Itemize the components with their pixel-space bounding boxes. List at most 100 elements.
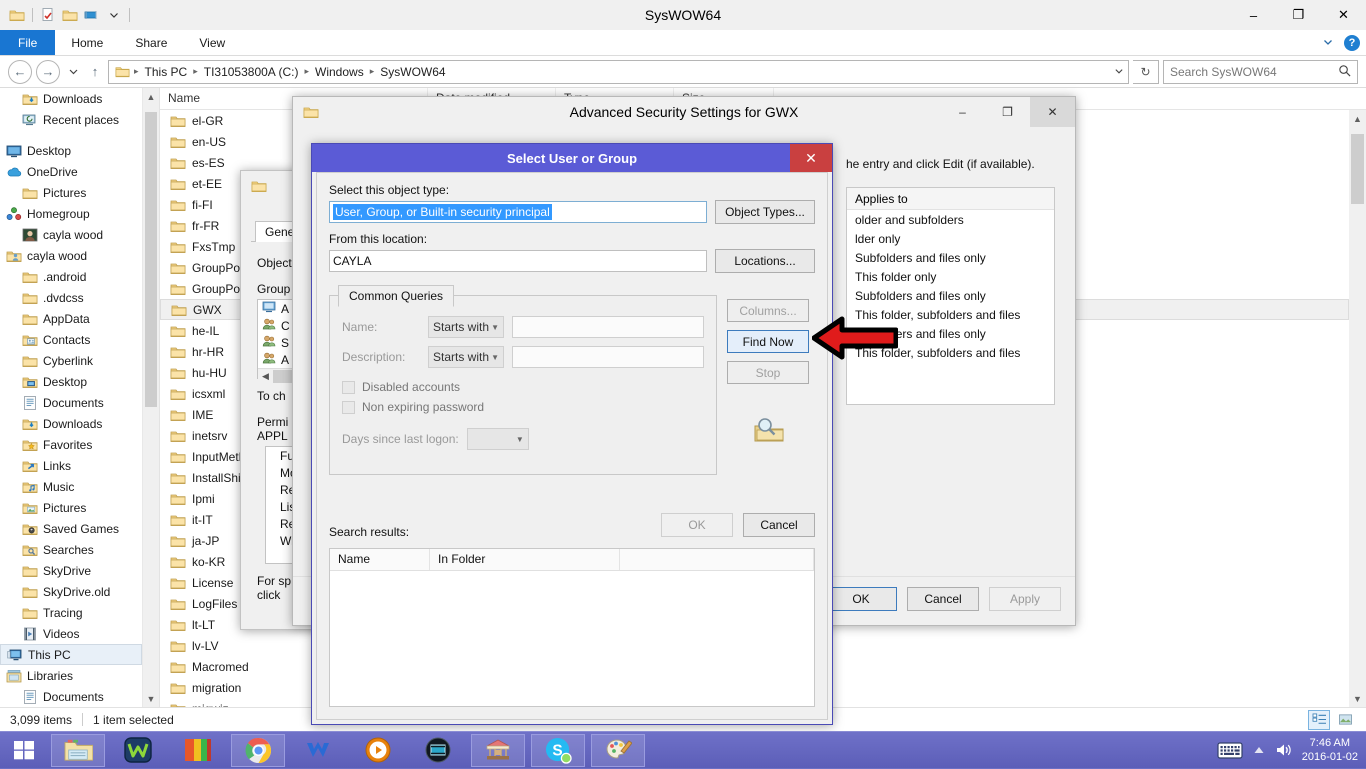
ribbon-expand-icon[interactable] (1322, 36, 1334, 51)
sidebar-item-saved-games[interactable]: Saved Games (0, 518, 142, 539)
tab-view[interactable]: View (183, 30, 241, 55)
sidebar-item-cayla-wood[interactable]: cayla wood (0, 224, 142, 245)
recent-locations-icon[interactable] (64, 59, 82, 84)
sidebar-item-android[interactable]: .android (0, 266, 142, 287)
taskbar-item-media-player[interactable] (348, 732, 408, 769)
non-expiring-password-row[interactable]: Non expiring password (342, 400, 704, 414)
minimize-button[interactable]: – (1231, 0, 1276, 30)
advanced-minimize-button[interactable]: – (940, 97, 985, 127)
description-operator-select[interactable]: Starts with ▼ (428, 346, 504, 368)
advanced-cancel-button[interactable]: Cancel (907, 587, 979, 611)
sidebar-item-this-pc[interactable]: This PC (0, 644, 142, 665)
sidebar-item-cyberlink[interactable]: Cyberlink (0, 350, 142, 371)
applies-to-row[interactable]: This folder only (847, 267, 1054, 286)
search-input[interactable]: Search SysWOW64 (1163, 59, 1358, 84)
non-expiring-password-checkbox[interactable] (342, 400, 355, 414)
scroll-up-icon[interactable]: ▲ (143, 88, 159, 105)
breadcrumb-dropdown-icon[interactable] (1114, 66, 1124, 78)
sidebar-item-desktop[interactable]: Desktop (0, 371, 142, 392)
back-button[interactable]: ← (8, 59, 32, 84)
grid-header-applies-to[interactable]: Applies to (847, 188, 1054, 210)
taskbar-item-paint[interactable] (588, 732, 648, 769)
location-input[interactable]: CAYLA (329, 250, 707, 272)
stop-button[interactable]: Stop (727, 361, 809, 384)
sidebar-item-pictures[interactable]: Pictures (0, 182, 142, 203)
select-dialog-close-button[interactable]: ✕ (790, 144, 832, 172)
sidebar-item-homegroup[interactable]: Homegroup (0, 203, 142, 224)
sidebar-item-cayla-wood[interactable]: cayla wood (0, 245, 142, 266)
sidebar-item-downloads[interactable]: Downloads (0, 413, 142, 434)
name-operator-select[interactable]: Starts with ▼ (428, 316, 504, 338)
sidebar-item-libraries[interactable]: Libraries (0, 665, 142, 686)
file-scroll-down-icon[interactable]: ▼ (1349, 690, 1366, 707)
taskbar-item-file-explorer[interactable] (48, 732, 108, 769)
advanced-ok-button[interactable]: OK (825, 587, 897, 611)
applies-to-row[interactable]: Subfolders and files only (847, 248, 1054, 267)
sidebar-item-downloads[interactable]: Downloads (0, 88, 142, 109)
taskbar-item-skype[interactable]: S (528, 732, 588, 769)
find-now-button[interactable]: Find Now (727, 330, 809, 353)
up-button[interactable]: ↑ (86, 59, 104, 84)
breadcrumb-item-2[interactable]: Windows (311, 64, 368, 80)
chevron-down-icon[interactable] (103, 4, 125, 26)
close-button[interactable]: ✕ (1321, 0, 1366, 30)
navigation-scrollbar[interactable]: ▲ ▼ (142, 88, 159, 707)
sidebar-item-pictures[interactable]: Pictures (0, 497, 142, 518)
advanced-maximize-button[interactable]: ❐ (985, 97, 1030, 127)
sidebar-item-favorites[interactable]: Favorites (0, 434, 142, 455)
clock[interactable]: 7:46 AM 2016-01-02 (1302, 736, 1358, 764)
taskbar-item-maxthon[interactable] (288, 732, 348, 769)
permission-entries-grid[interactable]: Applies to older and subfolders lder only… (846, 187, 1055, 405)
sidebar-item-dvdcss[interactable]: .dvdcss (0, 287, 142, 308)
sidebar-item-music[interactable]: Music (0, 476, 142, 497)
large-icons-view-icon[interactable] (1334, 710, 1356, 730)
scroll-down-icon[interactable]: ▼ (143, 690, 159, 707)
applies-to-row[interactable]: lder only (847, 229, 1054, 248)
properties-icon[interactable] (37, 4, 59, 26)
sidebar-item-appdata[interactable]: AppData (0, 308, 142, 329)
sidebar-item-recent-places[interactable]: Recent places (0, 109, 142, 130)
applies-to-row[interactable]: older and subfolders (847, 210, 1054, 229)
sidebar-item-documents[interactable]: Documents (0, 686, 142, 707)
days-since-logon-select[interactable]: ▼ (466, 428, 529, 450)
breadcrumb[interactable]: ▸ This PC ▸ TI31053800A (C:) ▸ Windows ▸… (108, 59, 1129, 84)
maximize-button[interactable]: ❐ (1276, 0, 1321, 30)
sidebar-item-documents[interactable]: Documents (0, 392, 142, 413)
sidebar-item-videos[interactable]: Videos (0, 623, 142, 644)
sidebar-item-tracing[interactable]: Tracing (0, 602, 142, 623)
select-ok-button[interactable]: OK (661, 513, 733, 537)
start-button[interactable] (0, 732, 48, 769)
sidebar-item-desktop[interactable]: Desktop (0, 140, 142, 161)
forward-button[interactable]: → (36, 59, 60, 84)
object-types-button[interactable]: Object Types... (715, 200, 815, 224)
refresh-button[interactable]: ↻ (1133, 59, 1159, 84)
keyboard-icon[interactable] (1217, 741, 1243, 759)
results-column-extra[interactable] (620, 549, 814, 570)
results-column-name[interactable]: Name (330, 549, 430, 570)
tab-file[interactable]: File (0, 30, 56, 55)
columns-button[interactable]: Columns... (727, 299, 809, 322)
locations-button[interactable]: Locations... (715, 249, 815, 273)
sidebar-item-onedrive[interactable]: OneDrive (0, 161, 142, 182)
file-scrollbar-thumb[interactable] (1351, 134, 1364, 204)
taskbar-item-winrar[interactable] (168, 732, 228, 769)
taskbar-item-carousel[interactable] (468, 732, 528, 769)
taskbar-item-wondershare[interactable] (108, 732, 168, 769)
file-list-scrollbar[interactable]: ▲ ▼ (1349, 110, 1366, 707)
details-view-icon[interactable] (1308, 709, 1330, 730)
search-icon[interactable] (1338, 64, 1351, 80)
disabled-accounts-checkbox[interactable] (342, 380, 355, 394)
breadcrumb-item-0[interactable]: This PC (141, 64, 192, 80)
advanced-apply-button[interactable]: Apply (989, 587, 1061, 611)
object-type-input[interactable]: User, Group, or Built-in security princi… (329, 201, 707, 223)
advanced-close-button[interactable]: ✕ (1030, 97, 1075, 127)
folder-icon[interactable] (6, 4, 28, 26)
quick-access-toolbar[interactable] (0, 3, 134, 27)
sidebar-item-searches[interactable]: Searches (0, 539, 142, 560)
breadcrumb-item-1[interactable]: TI31053800A (C:) (200, 64, 303, 80)
sidebar-item-links[interactable]: Links (0, 455, 142, 476)
tab-common-queries[interactable]: Common Queries (338, 285, 455, 307)
select-cancel-button[interactable]: Cancel (743, 513, 815, 537)
help-icon[interactable]: ? (1344, 35, 1360, 51)
results-column-in-folder[interactable]: In Folder (430, 549, 620, 570)
